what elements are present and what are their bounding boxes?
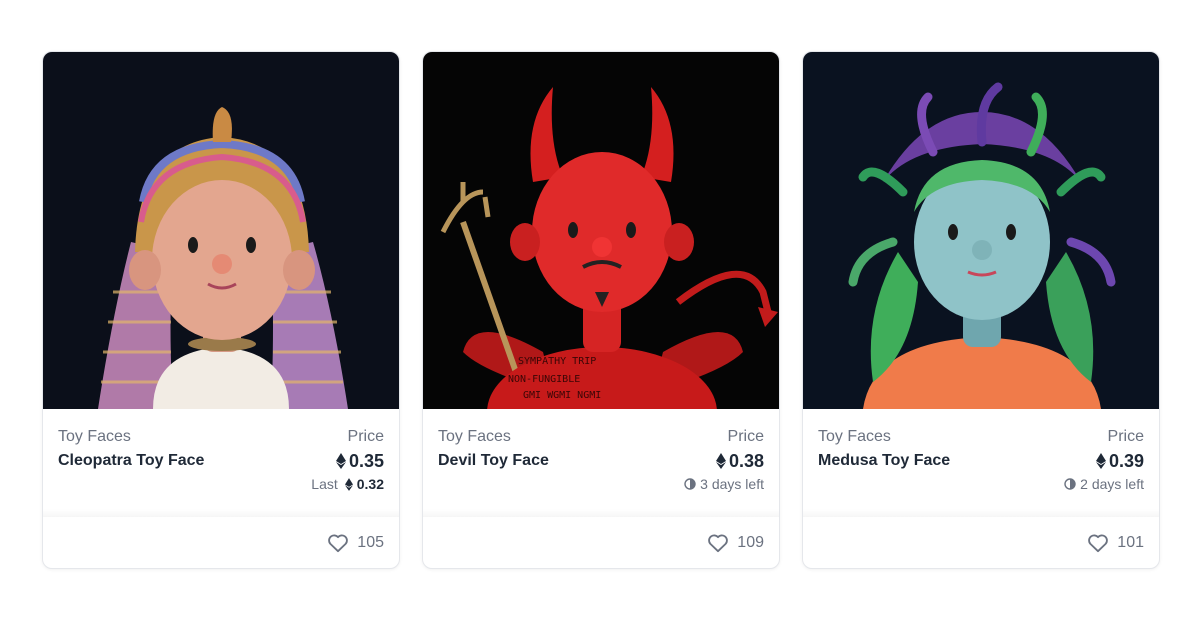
price-amount: 0.35	[348, 451, 384, 471]
nft-card-devil[interactable]: SYMPATHY TRIP NON-FUNGIBLE GMI WGMI NGMI…	[422, 51, 780, 569]
price-amount: 0.38	[728, 451, 764, 471]
nft-name[interactable]: Cleopatra Toy Face	[58, 452, 204, 470]
collection-name[interactable]: Toy Faces	[818, 428, 950, 446]
time-left: 2 days left	[1064, 475, 1144, 493]
clock-icon	[1064, 478, 1076, 490]
card-footer: 101	[803, 517, 1159, 568]
ethereum-icon	[715, 453, 726, 469]
nft-image-cleopatra[interactable]	[43, 52, 399, 409]
card-info: Toy Faces Medusa Toy Face Price 0.39 2 d…	[803, 409, 1159, 517]
ethereum-icon	[1095, 453, 1106, 469]
nft-card-medusa[interactable]: Toy Faces Medusa Toy Face Price 0.39 2 d…	[802, 51, 1160, 569]
nft-image-medusa[interactable]	[803, 52, 1159, 409]
time-left-text: 3 days left	[700, 476, 764, 492]
heart-icon[interactable]	[327, 533, 349, 553]
svg-text:GMI WGMI NGMI: GMI WGMI NGMI	[523, 390, 601, 401]
price-value: 0.39	[1095, 451, 1144, 471]
card-footer: 105	[43, 517, 399, 568]
nft-card-grid: Toy Faces Cleopatra Toy Face Price 0.35 …	[42, 51, 1160, 569]
nft-name[interactable]: Medusa Toy Face	[818, 452, 950, 470]
nft-card-cleopatra[interactable]: Toy Faces Cleopatra Toy Face Price 0.35 …	[42, 51, 400, 569]
ethereum-icon	[335, 453, 346, 469]
last-sale-label: Last	[311, 476, 338, 492]
last-sale-amount: 0.32	[356, 476, 384, 492]
price-value: 0.38	[715, 451, 764, 471]
clock-icon	[684, 478, 696, 490]
like-count: 109	[737, 533, 764, 551]
heart-icon[interactable]	[707, 533, 729, 553]
time-left-text: 2 days left	[1080, 476, 1144, 492]
price-label: Price	[1107, 428, 1144, 445]
last-sale: Last 0.32	[311, 475, 384, 493]
svg-text:SYMPATHY TRIP: SYMPATHY TRIP	[518, 356, 596, 367]
collection-name[interactable]: Toy Faces	[58, 428, 204, 446]
card-info: Toy Faces Devil Toy Face Price 0.38 3 da…	[423, 409, 779, 517]
svg-text:NON-FUNGIBLE: NON-FUNGIBLE	[508, 374, 580, 385]
like-count: 101	[1117, 533, 1144, 551]
price-value: 0.35	[335, 451, 384, 471]
heart-icon[interactable]	[1087, 533, 1109, 553]
nft-name[interactable]: Devil Toy Face	[438, 452, 549, 470]
price-amount: 0.39	[1108, 451, 1144, 471]
time-left: 3 days left	[684, 475, 764, 493]
card-info: Toy Faces Cleopatra Toy Face Price 0.35 …	[43, 409, 399, 517]
collection-name[interactable]: Toy Faces	[438, 428, 549, 446]
like-count: 105	[357, 533, 384, 551]
ethereum-icon	[344, 477, 353, 491]
nft-image-devil[interactable]: SYMPATHY TRIP NON-FUNGIBLE GMI WGMI NGMI	[423, 52, 779, 409]
price-label: Price	[347, 428, 384, 445]
price-label: Price	[727, 428, 764, 445]
card-footer: 109	[423, 517, 779, 568]
